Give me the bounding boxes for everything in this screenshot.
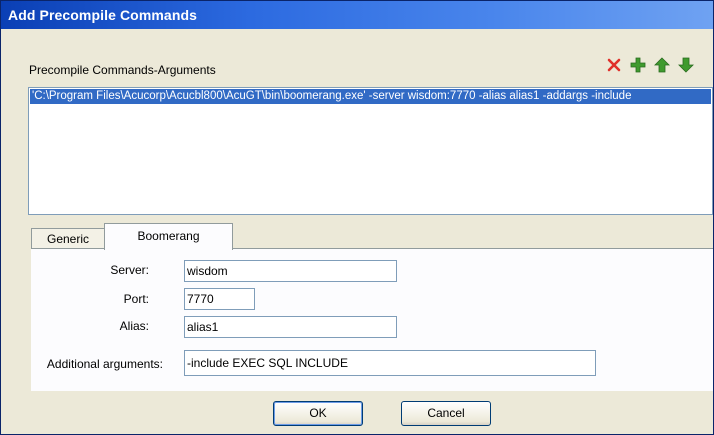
commands-toolbar [605, 56, 695, 74]
server-label: Server: [110, 263, 149, 277]
title-bar[interactable]: Add Precompile Commands [1, 1, 713, 29]
cancel-button[interactable]: Cancel [401, 401, 491, 426]
delete-button[interactable] [605, 56, 623, 74]
add-icon [630, 57, 646, 73]
move-down-icon [678, 57, 694, 73]
server-field[interactable] [184, 260, 397, 282]
additional-arguments-label: Additional arguments: [46, 357, 163, 371]
commands-list[interactable]: 'C:\Program Files\Acucorp\Acucbl800\AcuG… [28, 87, 713, 215]
boomerang-panel: Server: Port: Alias: Additional argument… [31, 248, 713, 391]
move-down-button[interactable] [677, 56, 695, 74]
port-label: Port: [123, 292, 149, 306]
additional-arguments-field[interactable] [184, 350, 596, 376]
list-item[interactable]: 'C:\Program Files\Acucorp\Acucbl800\AcuG… [30, 89, 711, 104]
add-button[interactable] [629, 56, 647, 74]
tab-generic[interactable]: Generic [31, 228, 105, 249]
move-up-button[interactable] [653, 56, 671, 74]
dialog-footer: OK Cancel [1, 391, 713, 434]
alias-field[interactable] [184, 316, 397, 338]
window-title: Add Precompile Commands [8, 7, 198, 23]
alias-label: Alias: [119, 319, 149, 333]
port-field[interactable] [184, 288, 255, 310]
delete-icon [607, 58, 621, 72]
move-up-icon [654, 57, 670, 73]
dialog-window: Add Precompile Commands Precompile Comma… [0, 0, 714, 435]
tab-boomerang[interactable]: Boomerang [104, 223, 233, 250]
commands-label: Precompile Commands-Arguments [29, 63, 216, 77]
ok-button[interactable]: OK [273, 401, 363, 426]
